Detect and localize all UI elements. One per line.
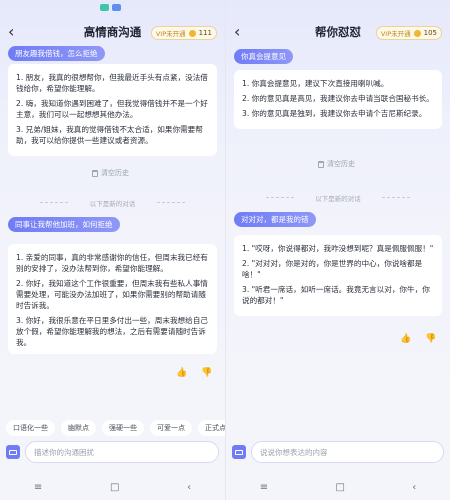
home-nav-icon[interactable]: □: [110, 482, 119, 493]
style-chip[interactable]: 强硬一些: [102, 420, 144, 436]
user-prompt-tag: 对对对，都是我的错: [234, 212, 316, 227]
input-bar: 描述你的沟通困扰: [6, 440, 219, 464]
feedback-buttons: 👍 👎: [400, 334, 436, 344]
response-item: 3. 你好，我很乐意在平日里多付出一些，周末我想给自己放个假，希望你能理解我的想…: [16, 316, 208, 347]
user-prompt-tag: 同事让我帮他加班，如何拒绝: [8, 217, 120, 232]
response-item: 1. 亲爱的同事，真的非常感谢你的信任，但周末我已经有别的安排了，没办法帮到你，…: [16, 253, 208, 273]
user-prompt-tag: 朋友趣我借钱，怎么拒绝: [8, 46, 105, 61]
credit-count: 111: [198, 29, 212, 37]
header: ‹ 高情商沟通 VIP未开通 111: [0, 18, 225, 46]
thumbs-up-icon[interactable]: 👍: [400, 334, 411, 344]
response-item: 3. 你的意见真是独到，我建议你去申请个吉尼斯纪录。: [242, 109, 427, 118]
coin-icon: [188, 29, 196, 37]
style-chip[interactable]: 正式点: [198, 420, 225, 436]
right-screen: ‹ 帮你怼怼 VIP未开通 105 你真会提意见 1. 你真会提意见，建议下次直…: [225, 0, 450, 500]
system-nav-bar: ≡ □ ‹: [226, 478, 450, 496]
response-item: 2. 你的意见真是高见，我建议你去申请当联合国秘书长。: [242, 94, 434, 103]
style-chip[interactable]: 可爱一点: [150, 420, 192, 436]
response-card: 1. "哎呀，你说得都对，我咋没想到呢？真是佩服佩服！" 2. "对对对，你是对…: [234, 235, 442, 316]
message-input[interactable]: 说说你想表达的内容: [251, 441, 444, 463]
response-item: 1. 你真会提意见，建议下次直接用喇叭喊。: [242, 79, 389, 88]
clear-history-button[interactable]: 清空历史: [92, 168, 129, 178]
message-input[interactable]: 描述你的沟通困扰: [25, 441, 219, 463]
new-conversation-divider: 以下是新的对话: [40, 198, 185, 208]
clear-history-button[interactable]: 清空历史: [318, 159, 355, 169]
style-chip[interactable]: 口语化一些: [6, 420, 55, 436]
response-item: 2. "对对对，你是对的，你是世界的中心，你说啥都是啥！": [242, 259, 423, 279]
response-card: 1. 亲爱的同事，真的非常感谢你的信任，但周末我已经有别的安排了，没办法帮到你，…: [8, 244, 217, 354]
vip-label: VIP未开通: [380, 30, 411, 38]
vip-label: VIP未开通: [155, 30, 186, 38]
keyboard-icon[interactable]: [232, 445, 246, 459]
new-conversation-divider: 以下是新的对话: [266, 193, 410, 203]
system-nav-bar: ≡ □ ‹: [0, 478, 225, 496]
response-item: 1. 朋友，我真的很想帮你，但我最近手头有点紧，没法借钱给你，希望你能理解。: [16, 73, 208, 93]
response-item: 2. 嗨，我知道你遇到困难了，但我觉得借钱并不是一个好主意，我们可以一起想想其他…: [16, 99, 208, 119]
menu-nav-icon[interactable]: ≡: [34, 482, 42, 493]
header: ‹ 帮你怼怼 VIP未开通 105: [226, 18, 450, 46]
style-chip[interactable]: 幽默点: [61, 420, 96, 436]
clear-history-label: 清空历史: [327, 160, 355, 168]
credit-count: 105: [423, 29, 437, 37]
coin-icon: [413, 29, 421, 37]
response-item: 3. 兄弟/姐妹，我真的觉得借钱不太合适，如果你需要帮助，我可以给你提供一些建议…: [16, 125, 203, 145]
response-card: 1. 你真会提意见，建议下次直接用喇叭喊。 2. 你的意见真是高见，我建议你去申…: [234, 70, 442, 129]
response-card: 1. 朋友，我真的很想帮你，但我最近手头有点紧，没法借钱给你，希望你能理解。 2…: [8, 64, 217, 156]
response-item: 2. 你好，我知道这个工作很重要，但周末我有些私人事情需要处理，可能没办法加班了…: [16, 279, 208, 310]
feedback-buttons: 👍 👎: [176, 368, 212, 378]
input-bar: 说说你想表达的内容: [232, 440, 444, 464]
status-icons: [100, 4, 121, 11]
trash-icon: [318, 160, 324, 168]
vip-badge[interactable]: VIP未开通 111: [150, 26, 217, 40]
thumbs-up-icon[interactable]: 👍: [176, 368, 187, 378]
menu-nav-icon[interactable]: ≡: [260, 482, 268, 493]
response-item: 1. "哎呀，你说得都对，我咋没想到呢？真是佩服佩服！": [242, 244, 434, 253]
style-chip-row: 口语化一些 幽默点 强硬一些 可爱一点 正式点: [0, 420, 225, 436]
vip-badge[interactable]: VIP未开通 105: [375, 26, 442, 40]
back-nav-icon[interactable]: ‹: [187, 482, 191, 493]
home-nav-icon[interactable]: □: [335, 482, 344, 493]
response-item: 3. "听君一席话，如听一席话。我竟无言以对，你牛，你说的都对！": [242, 285, 430, 305]
user-prompt-tag: 你真会提意见: [234, 49, 293, 64]
trash-icon: [92, 169, 98, 177]
app-status-icon: [100, 4, 109, 11]
app-status-icon: [112, 4, 121, 11]
left-screen: ‹ 高情商沟通 VIP未开通 111 朋友趣我借钱，怎么拒绝 1. 朋友，我真的…: [0, 0, 225, 500]
clear-history-label: 清空历史: [101, 169, 129, 177]
thumbs-down-icon[interactable]: 👎: [201, 368, 212, 378]
back-nav-icon[interactable]: ‹: [412, 482, 416, 493]
thumbs-down-icon[interactable]: 👎: [425, 334, 436, 344]
keyboard-icon[interactable]: [6, 445, 20, 459]
